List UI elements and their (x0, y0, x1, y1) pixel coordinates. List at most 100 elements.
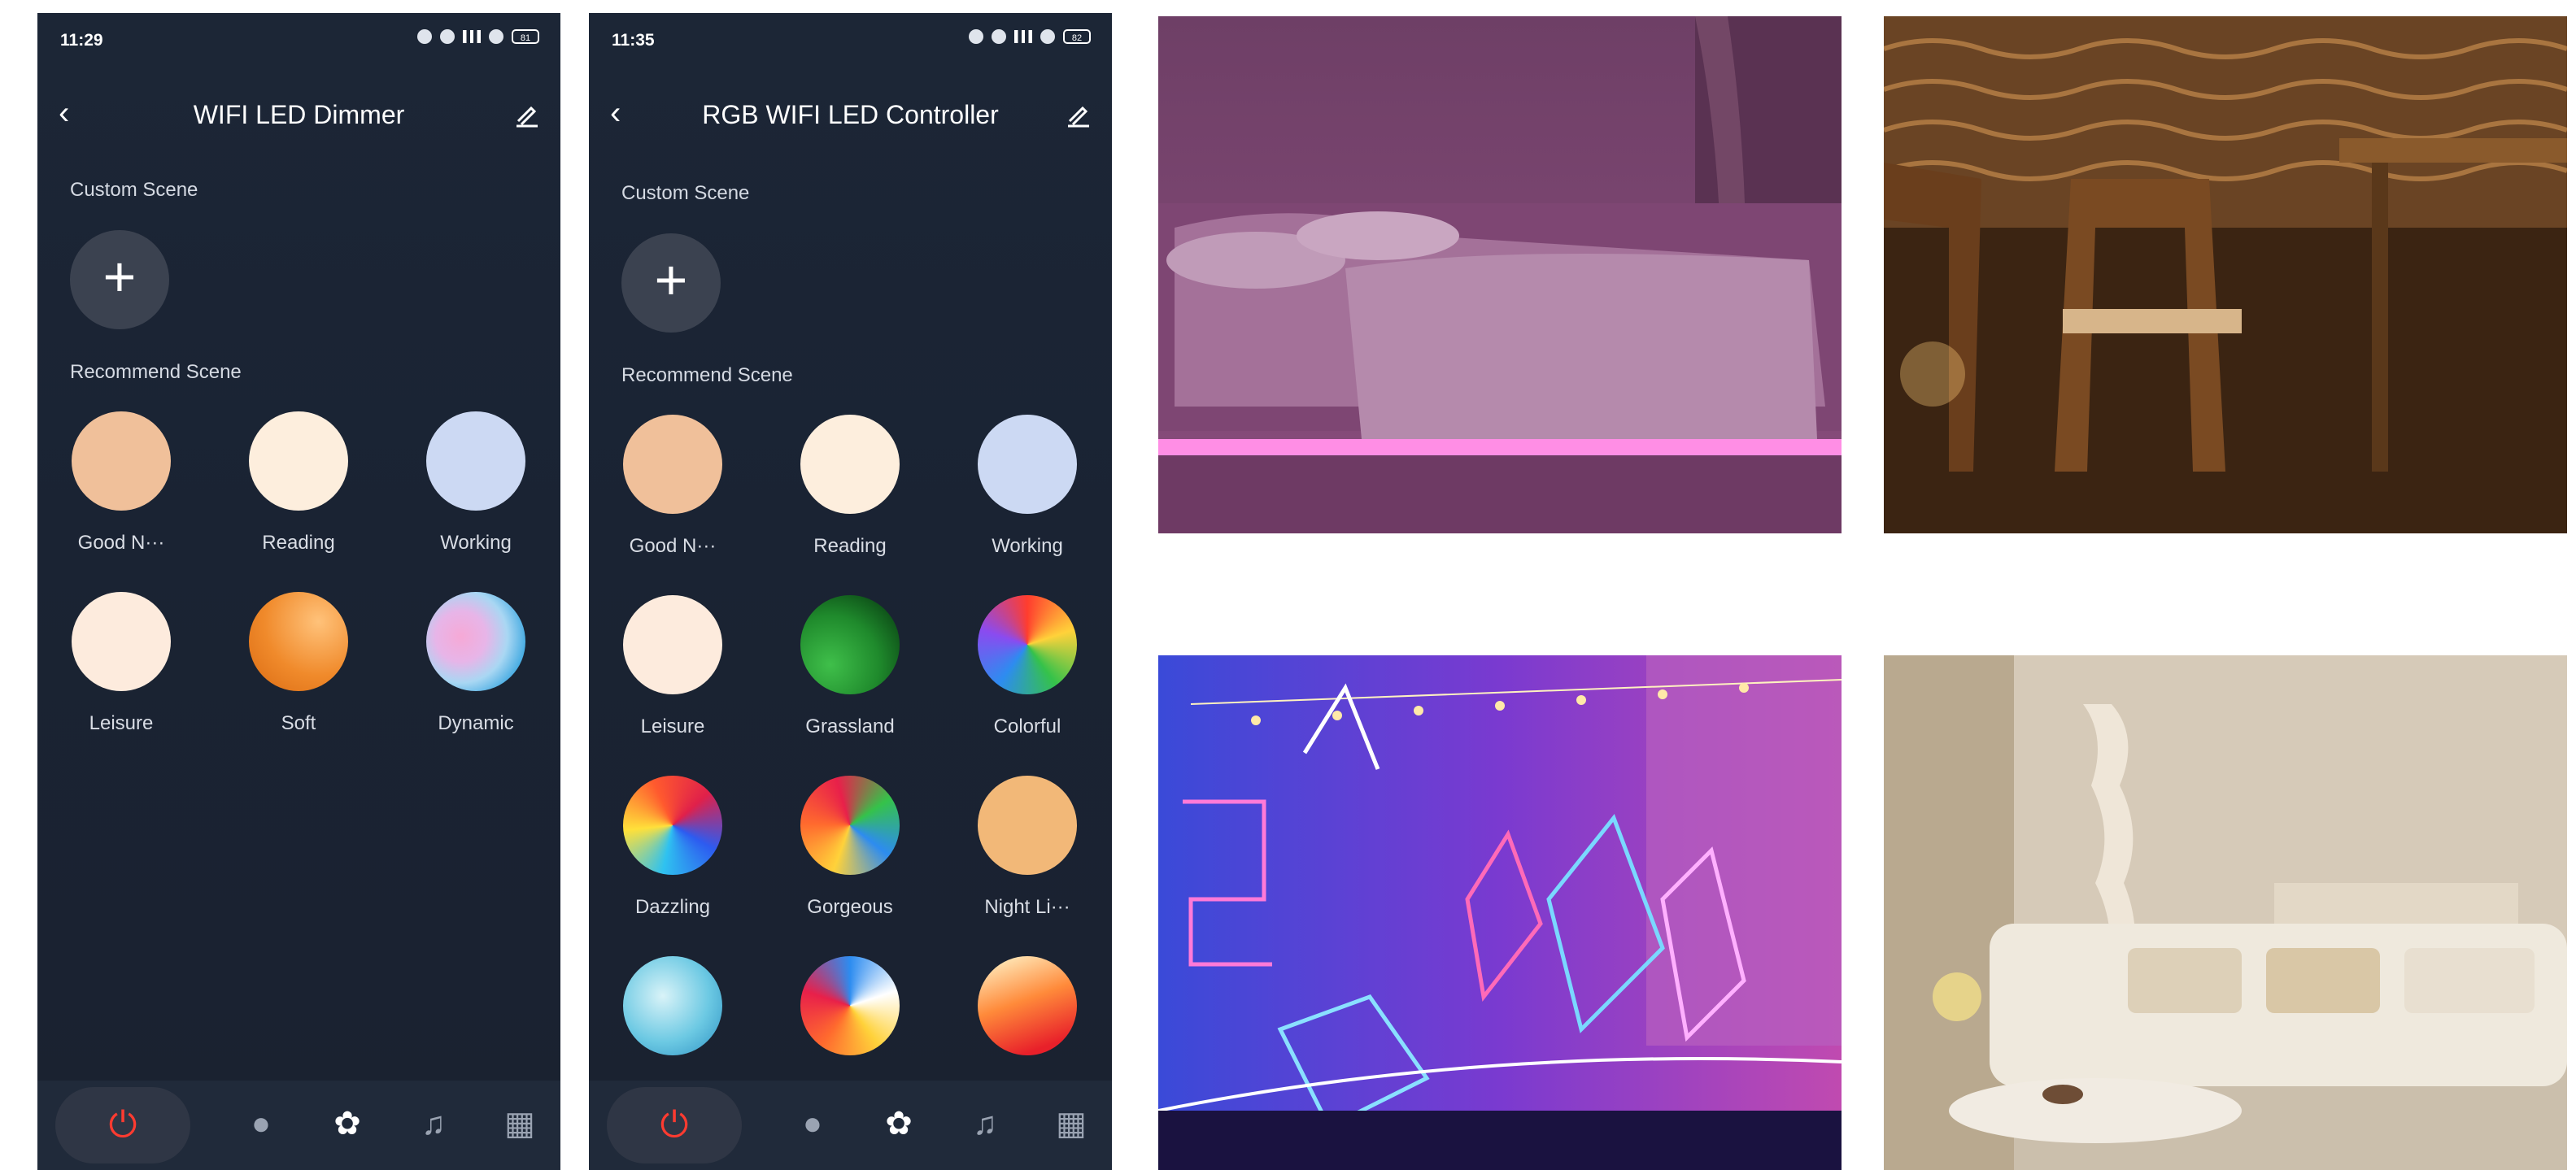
grid-icon[interactable]: ▦ (1051, 1103, 1092, 1144)
scene-label: Reading (262, 532, 335, 554)
edit-icon[interactable] (1065, 100, 1092, 128)
custom-scene-heading: Custom Scene (70, 179, 198, 201)
scene-label: Colorful (993, 715, 1061, 737)
scene-dazzling[interactable]: Dazzling (604, 776, 742, 919)
scene-grassland[interactable]: Grassland (781, 595, 919, 738)
scene-reading[interactable]: Reading (781, 415, 919, 558)
edit-icon[interactable] (513, 100, 541, 128)
scene-swatch (800, 415, 900, 514)
custom-scene-heading: Custom Scene (621, 182, 750, 204)
alarm-icon (969, 29, 983, 44)
battery-icon: 81 (512, 29, 539, 44)
scene-label: Good N··· (629, 535, 717, 557)
scene-swatch (72, 592, 171, 691)
status-bar: 11:35 82 (589, 13, 1112, 70)
palette-icon[interactable]: ✿ (327, 1103, 368, 1144)
scene-leisure[interactable]: Leisure (604, 595, 742, 738)
scene-swatch (978, 776, 1077, 875)
scene-swatch (426, 592, 525, 691)
scene-label: Dazzling (634, 896, 711, 918)
grid-icon[interactable]: ▦ (499, 1103, 540, 1144)
recommend-scene-heading: Recommend Scene (70, 361, 242, 383)
scene-swatch (249, 592, 348, 691)
scene-label: Leisure (640, 715, 705, 737)
status-tray: 82 (969, 29, 1091, 44)
scene-swatch (426, 411, 525, 511)
bulb-icon[interactable]: ● (241, 1103, 281, 1144)
wifi-icon (489, 29, 503, 44)
photo-neon-party-stage (1158, 655, 1842, 1170)
mute-icon (992, 29, 1006, 44)
back-icon[interactable]: ‹ (59, 97, 88, 129)
scene-good-night[interactable]: Good N··· (604, 415, 742, 558)
scene-working[interactable]: Working (958, 415, 1096, 558)
scene-leisure[interactable]: Leisure (52, 592, 190, 735)
scene-dynamic[interactable]: Dynamic (407, 592, 545, 735)
scene-good-night[interactable]: Good N··· (52, 411, 190, 555)
neon-image (1158, 655, 1842, 1170)
scene-multi[interactable] (781, 956, 919, 1055)
app-header: ‹ RGB WIFI LED Controller (589, 82, 1112, 147)
scene-cyan[interactable] (604, 956, 742, 1055)
palette-icon[interactable]: ✿ (878, 1103, 919, 1144)
scene-swatch (72, 411, 171, 511)
bulb-icon[interactable]: ● (792, 1103, 833, 1144)
living-room-image (1884, 655, 2567, 1170)
scene-swatch (800, 956, 900, 1055)
scene-red-orange[interactable] (958, 956, 1096, 1055)
bedroom-image (1158, 16, 1842, 533)
scene-swatch (978, 595, 1077, 694)
page-title: RGB WIFI LED Controller (702, 100, 999, 129)
mute-icon (440, 29, 455, 44)
status-time: 11:29 (60, 31, 103, 50)
scene-label: Gorgeous (807, 896, 893, 918)
wifi-icon (1040, 29, 1055, 44)
scene-soft[interactable]: Soft (229, 592, 368, 735)
back-icon[interactable]: ‹ (610, 97, 639, 129)
battery-icon: 82 (1063, 29, 1091, 44)
scene-label: Working (440, 532, 512, 554)
status-bar: 11:29 81 (37, 13, 560, 70)
add-scene-button[interactable]: + (621, 233, 721, 333)
add-scene-button[interactable]: + (70, 230, 169, 329)
scene-swatch (623, 956, 722, 1055)
scene-label: Dynamic (438, 712, 514, 734)
scene-label: Good N··· (77, 532, 165, 554)
scene-swatch (623, 595, 722, 694)
recommend-scene-heading: Recommend Scene (621, 364, 793, 386)
phone-screen-dimmer: 11:29 81 ‹ WIFI LED Dimmer Custom Scene … (37, 13, 560, 1170)
scene-colorful[interactable]: Colorful (958, 595, 1096, 738)
scene-label: Leisure (89, 712, 154, 734)
music-icon[interactable]: ♫ (413, 1103, 454, 1144)
bottom-tab-bar: ⏻ ● ✿ ♫ ▦ (589, 1081, 1112, 1170)
photo-bedroom-pink-led (1158, 16, 1842, 533)
bottom-tab-bar: ⏻ ● ✿ ♫ ▦ (37, 1081, 560, 1170)
scene-working[interactable]: Working (407, 411, 545, 555)
photo-living-room-neutral (1884, 655, 2567, 1170)
scene-label: Night Li··· (984, 896, 1070, 918)
power-button[interactable]: ⏻ (607, 1087, 742, 1163)
signal-icon (463, 30, 481, 43)
page-title: WIFI LED Dimmer (193, 100, 405, 129)
scene-swatch (800, 776, 900, 875)
scene-night-light[interactable]: Night Li··· (958, 776, 1096, 919)
phone-screen-rgb-controller: 11:35 82 ‹ RGB WIFI LED Controller Custo… (589, 13, 1112, 1170)
scene-gorgeous[interactable]: Gorgeous (781, 776, 919, 919)
scene-swatch (800, 595, 900, 694)
scene-swatch (249, 411, 348, 511)
status-time: 11:35 (612, 31, 655, 50)
scene-swatch (623, 415, 722, 514)
alarm-icon (417, 29, 432, 44)
scene-label: Grassland (805, 715, 895, 737)
photo-dining-warm-light (1884, 16, 2567, 533)
scene-swatch (978, 956, 1077, 1055)
scene-swatch (623, 776, 722, 875)
scene-reading[interactable]: Reading (229, 411, 368, 555)
scene-label: Working (992, 535, 1063, 557)
scene-label: Reading (813, 535, 887, 557)
music-icon[interactable]: ♫ (965, 1103, 1005, 1144)
app-header: ‹ WIFI LED Dimmer (37, 82, 560, 147)
status-tray: 81 (417, 29, 539, 44)
power-button[interactable]: ⏻ (55, 1087, 190, 1163)
signal-icon (1014, 30, 1032, 43)
